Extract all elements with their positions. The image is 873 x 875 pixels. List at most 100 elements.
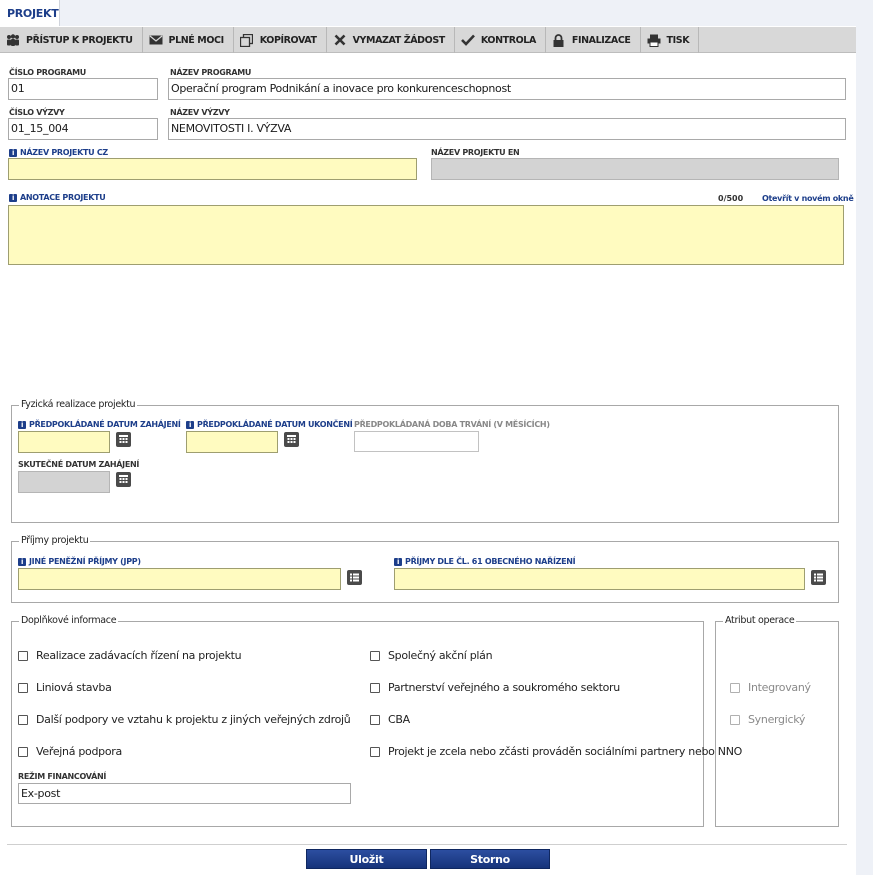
power-of-attorney-button[interactable]: PLNÉ MOCI	[143, 27, 234, 53]
checkbox-label: Liniová stavba	[36, 681, 112, 694]
expected-duration-label: PŘEDPOKLÁDANÁ DOBA TRVÁNÍ (V MĚSÍCÍCH)	[354, 420, 550, 429]
checkbox	[730, 682, 740, 693]
jpp-label: i JINÉ PENĚŽNÍ PŘÍJMY (JPP)	[18, 557, 141, 566]
project-income-legend: Příjmy projektu	[19, 535, 91, 546]
copy-button-label: KOPÍROVAT	[259, 34, 317, 46]
info-icon: i	[9, 193, 17, 202]
cl61-label: i PŘÍJMY DLE ČL. 61 OBECNÉHO NAŘÍZENÍ	[394, 557, 576, 566]
project-name-en-label: NÁZEV PROJEKTU EN	[431, 148, 520, 157]
checkbox[interactable]	[370, 746, 380, 757]
project-name-en-field	[431, 158, 839, 180]
access-button[interactable]: PŘÍSTUP K PROJEKTU	[0, 27, 143, 53]
program-number-label: ČÍSLO PROGRAMU	[9, 68, 87, 77]
expected-start-date-field[interactable]	[18, 431, 110, 453]
page: PROJEKT PŘÍSTUP K PROJEKTU PLNÉ MOCI KOP…	[0, 0, 873, 875]
program-name-label: NÁZEV PROGRAMU	[170, 68, 252, 77]
checkbox-other-support[interactable]: Další podpory ve vztahu k projektu z jin…	[18, 713, 351, 726]
access-button-label: PŘÍSTUP K PROJEKTU	[26, 34, 133, 46]
expected-duration-field	[354, 431, 479, 452]
financing-mode-label: REŽIM FINANCOVÁNÍ	[18, 772, 107, 781]
copy-icon	[240, 33, 254, 47]
expected-end-date-field[interactable]	[186, 431, 278, 453]
info-icon: i	[9, 148, 17, 157]
actual-start-label: SKUTEČNÉ DATUM ZAHÁJENÍ	[18, 460, 140, 469]
check-button-label: KONTROLA	[480, 34, 536, 46]
lock-icon	[552, 33, 566, 47]
save-button[interactable]: Uložit	[306, 849, 427, 869]
open-in-new-window-link[interactable]: Otevřít v novém okně	[762, 194, 854, 203]
annotation-label: i ANOTACE PROJEKTU	[9, 193, 106, 202]
delete-request-label: VYMAZAT ŽÁDOST	[352, 34, 446, 46]
checkbox-label: Integrovaný	[748, 681, 811, 694]
checkbox-label: Další podpory ve vztahu k projektu z jin…	[36, 713, 351, 726]
annotation-textarea[interactable]	[8, 205, 844, 265]
checkbox-joint-action-plan[interactable]: Společný akční plán	[370, 649, 493, 662]
jpp-field[interactable]	[18, 568, 341, 590]
info-icon: i	[18, 420, 26, 429]
info-icon: i	[18, 557, 26, 566]
checkbox-label: Synergický	[748, 713, 806, 726]
checkbox[interactable]	[18, 746, 28, 757]
checkbox-label: Projekt je zcela nebo zčásti prováděn so…	[388, 745, 742, 758]
checkbox-cba[interactable]: CBA	[370, 713, 410, 726]
checkbox-integrated: Integrovaný	[730, 681, 811, 694]
additional-info-legend: Doplňkové informace	[19, 615, 119, 626]
finalize-button-label: FINALIZACE	[571, 34, 631, 46]
list-icon[interactable]	[347, 570, 362, 585]
actual-start-date-field	[18, 471, 110, 493]
program-number-field[interactable]: 01	[8, 78, 158, 100]
call-name-label: NÁZEV VÝZVY	[170, 108, 230, 117]
checkbox-label: Společný akční plán	[388, 649, 493, 662]
check-button[interactable]: KONTROLA	[455, 27, 546, 53]
checkbox[interactable]	[370, 650, 380, 661]
expected-end-label-text: PŘEDPOKLÁDANÉ DATUM UKONČENÍ	[197, 420, 353, 429]
info-icon: i	[186, 420, 194, 429]
power-of-attorney-label: PLNÉ MOCI	[168, 34, 225, 46]
jpp-label-text: JINÉ PENĚŽNÍ PŘÍJMY (JPP)	[29, 557, 141, 566]
toolbar: PŘÍSTUP K PROJEKTU PLNÉ MOCI KOPÍROVAT V…	[0, 27, 856, 53]
cancel-button[interactable]: Storno	[430, 849, 550, 869]
financing-mode-field[interactable]: Ex-post	[18, 783, 351, 804]
checkbox-ppp[interactable]: Partnerství veřejného a soukromého sekto…	[370, 681, 620, 694]
cl61-field[interactable]	[394, 568, 805, 590]
print-button[interactable]: TISK	[641, 27, 700, 53]
call-name-field[interactable]: NEMOVITOSTI I. VÝZVA	[168, 118, 846, 140]
expected-start-label: i PŘEDPOKLÁDANÉ DATUM ZAHÁJENÍ	[18, 420, 181, 429]
cl61-label-text: PŘÍJMY DLE ČL. 61 OBECNÉHO NAŘÍZENÍ	[405, 557, 576, 566]
checkbox[interactable]	[18, 650, 28, 661]
delete-request-button[interactable]: VYMAZAT ŽÁDOST	[327, 27, 455, 53]
checkbox[interactable]	[18, 714, 28, 725]
calendar-icon[interactable]	[284, 432, 299, 447]
list-icon[interactable]	[811, 570, 826, 585]
project-name-cz-field[interactable]	[8, 158, 417, 180]
check-icon	[460, 33, 475, 47]
annotation-label-text: ANOTACE PROJEKTU	[20, 193, 106, 202]
checkbox-label: Veřejná podpora	[36, 745, 122, 758]
call-number-label: ČÍSLO VÝZVY	[9, 108, 65, 117]
checkbox-procurement[interactable]: Realizace zadávacích řízení na projektu	[18, 649, 242, 662]
divider	[7, 844, 847, 845]
annotation-counter: 0/500	[718, 194, 744, 203]
printer-icon	[647, 33, 661, 47]
copy-button[interactable]: KOPÍROVAT	[234, 27, 327, 53]
checkbox-social-partners[interactable]: Projekt je zcela nebo zčásti prováděn so…	[370, 745, 742, 758]
checkbox-linear-construction[interactable]: Liniová stavba	[18, 681, 112, 694]
calendar-icon[interactable]	[116, 472, 131, 487]
physical-realization-legend: Fyzická realizace projektu	[19, 399, 138, 410]
checkbox[interactable]	[370, 714, 380, 725]
project-name-cz-label: i NÁZEV PROJEKTU CZ	[9, 148, 108, 157]
project-name-cz-label-text: NÁZEV PROJEKTU CZ	[20, 148, 108, 157]
expected-end-label: i PŘEDPOKLÁDANÉ DATUM UKONČENÍ	[186, 420, 353, 429]
checkbox[interactable]	[18, 682, 28, 693]
checkbox-synergic: Synergický	[730, 713, 805, 726]
tab-projekt[interactable]: PROJEKT	[0, 0, 60, 27]
checkbox[interactable]	[370, 682, 380, 693]
finalize-button[interactable]: FINALIZACE	[546, 27, 641, 53]
checkbox-label: Realizace zadávacích řízení na projektu	[36, 649, 242, 662]
checkbox-public-support[interactable]: Veřejná podpora	[18, 745, 122, 758]
program-name-field[interactable]: Operační program Podnikání a inovace pro…	[168, 78, 846, 100]
calendar-icon[interactable]	[116, 432, 131, 447]
operation-attribute-legend: Atribut operace	[723, 615, 797, 626]
call-number-field[interactable]: 01_15_004	[8, 118, 158, 140]
close-icon	[333, 33, 347, 47]
